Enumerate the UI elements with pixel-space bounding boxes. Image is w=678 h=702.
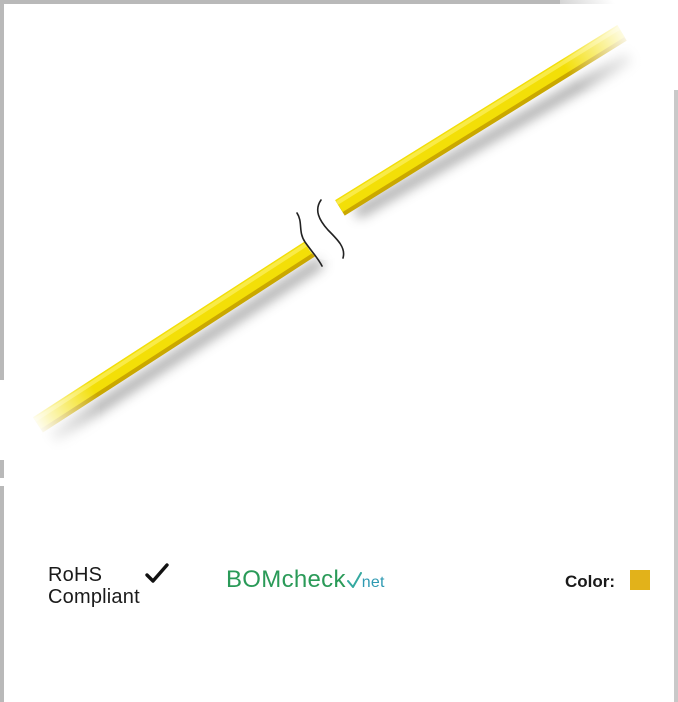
checkmark-icon <box>145 563 169 583</box>
rohs-label: RoHS <box>48 564 103 586</box>
bomcheck-wordmark: BOMcheck <box>226 566 346 593</box>
compliant-label: Compliant <box>48 586 140 608</box>
bomcheck-logo: BOMcheck net <box>226 566 385 594</box>
rohs-compliant-badge: RoHS Compliant <box>48 563 198 608</box>
product-frame: RoHS Compliant BOMcheck net Color: <box>0 0 678 702</box>
color-label: Color: <box>565 572 616 591</box>
color-swatch <box>630 570 650 590</box>
bomcheck-net-suffix: net <box>361 574 385 591</box>
yellow-wire-image <box>0 0 678 460</box>
check-mark-icon <box>346 572 362 588</box>
